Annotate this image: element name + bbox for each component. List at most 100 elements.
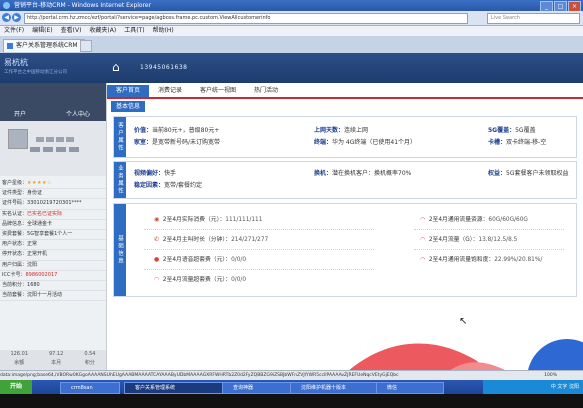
taskbar-item[interactable]: 微信 <box>376 382 444 394</box>
customer-attrs-panel: 客户属性 价值：当前80元+，普级80元+ 上网天数：连续上网 5G覆盖：5G覆… <box>113 116 577 158</box>
customer-info-row: 当前套餐：沈阳十一月活动 <box>0 291 106 302</box>
window-titlebar: 营销平台-移动CRM - Windows Internet Explorer _… <box>0 0 583 12</box>
info-label: 客户星级： <box>2 180 28 186</box>
stat-item: ◉ 2至4月实际消费（元）：111/111/111 <box>154 216 263 223</box>
info-label: ICC卡号： <box>2 271 26 278</box>
stat-item: ◠ 2至4月流量（G）：13.8/12.5/8.5 <box>420 236 518 243</box>
main-tabs: 客户首页 消费记录 客户统一视图 热门活动 <box>107 85 287 97</box>
tag-chips <box>36 137 74 142</box>
start-button[interactable]: 开始 <box>0 380 32 394</box>
kv-value: 5G套餐客户未领取权益 <box>506 170 569 177</box>
kv-value: 宽带/套餐约定 <box>164 182 203 189</box>
menu-edit[interactable]: 编辑(E) <box>32 26 52 36</box>
customer-info-list: 客户星级：★★★★☆ 证件类型：身份证 证件号码：33010219720301***… <box>0 179 106 302</box>
taskbar-item[interactable]: 沈阳维护机器十版本 <box>290 382 380 394</box>
new-tab-button[interactable] <box>80 40 92 52</box>
menu-bar: 文件(F) 编辑(E) 查看(V) 收藏夹(A) 工具(T) 帮助(H) <box>0 26 583 36</box>
kv-key: 终端： <box>314 139 333 146</box>
app-sublogo: 工作平台之中国移动浙江分公司 <box>4 70 67 75</box>
kv-key: 家室： <box>134 139 153 146</box>
kv-key: 价值： <box>134 127 153 134</box>
business-attrs-panel: 业务属性 视频偏好：快手 换机：潜在换机客户：换机概率70% 权益：5G套餐客户… <box>113 161 577 199</box>
tag-chips-2 <box>30 147 79 152</box>
basic-info-label: 基础信息 <box>114 204 126 296</box>
taskbar-item[interactable]: 查询神器 <box>222 382 294 394</box>
stat-item: ◠ 2至4月通用流量饱和度：22.99%/20.81%/ <box>420 256 543 263</box>
browser-tab-label: 客户关系管理系统CRM <box>16 42 78 49</box>
stat-item: ● 2至4月语音超套费（元）：0/0/0 <box>154 256 247 263</box>
kv-value: 连续上网 <box>344 127 369 134</box>
menu-favorites[interactable]: 收藏夹(A) <box>89 26 116 36</box>
customer-sidebar: 开户 个人中心 客户星级：★★★★☆ 证件类型：身份证 证件号码：330102197… <box>0 83 107 370</box>
info-label: 证件类型： <box>2 190 28 197</box>
info-value: 正常 <box>27 241 38 248</box>
kv-value: 华为 4G终端（已使用41个月） <box>332 139 417 146</box>
customer-info-row: 品牌信息：全球通金卡 <box>0 220 106 230</box>
info-value: 已实名已证实际 <box>27 210 63 217</box>
tab-customer-home[interactable]: 客户首页 <box>107 85 150 97</box>
footer-stat: 126.01 余额 <box>10 351 29 366</box>
tab-unified-view[interactable]: 客户统一视图 <box>191 85 245 97</box>
browser-tab-bar: 客户关系管理系统CRM <box>0 36 583 54</box>
status-bar: data:image/png;base64,iVBORw0KGgoAAAANSU… <box>0 370 583 380</box>
customer-info-row: 用户状态：正常 <box>0 240 106 251</box>
wifi-icon: ◠ <box>420 216 426 223</box>
kv-value: 是宽带新号码/未订购宽带 <box>152 139 221 146</box>
taskbar-item[interactable]: 客户关系管理系统 <box>124 382 226 394</box>
sidebar-header: 开户 个人中心 <box>0 83 106 121</box>
footer-stat: 97.12 本月 <box>49 351 64 366</box>
sidebar-tab-personal[interactable]: 个人中心 <box>66 109 90 118</box>
voice-icon: ● <box>154 256 160 263</box>
data-icon: ◠ <box>154 276 160 283</box>
taskbar-item[interactable]: crm8san <box>60 382 120 394</box>
info-label: 品牌信息： <box>2 220 28 227</box>
forward-icon[interactable]: ▶ <box>12 13 21 22</box>
menu-file[interactable]: 文件(F) <box>4 26 24 36</box>
info-value: 1680 <box>27 281 40 288</box>
tab-underline <box>107 97 583 99</box>
address-bar: ◀ ▶ http://portal.crm.hz.zmcc/ezf/portal… <box>0 11 583 26</box>
basic-info-panel: 基础信息 ◉ 2至4月实际消费（元）：111/111/111 ✆ 2至4月主叫时… <box>113 203 577 297</box>
customer-info-row: 停开状态：正常开机 <box>0 250 106 261</box>
info-label: 当前积分： <box>2 281 28 288</box>
kv-value: 5G覆盖 <box>515 127 536 134</box>
info-value: 5G智享套餐1个人一 <box>27 230 73 237</box>
customer-attrs-label: 客户属性 <box>114 117 126 157</box>
monitor-bezel <box>0 394 583 408</box>
kv-value: 快手 <box>164 170 177 177</box>
customer-info-row: 当前积分：1680 <box>0 281 106 292</box>
info-value: 正常开机 <box>27 251 48 258</box>
tab-hot-activities[interactable]: 热门活动 <box>245 85 287 97</box>
back-icon[interactable]: ◀ <box>2 13 11 22</box>
info-label: 用户归属： <box>2 261 28 268</box>
app-logo: 易杭杭 <box>4 58 28 67</box>
kv-key: 卡槽： <box>488 139 507 146</box>
customer-info-row: 实名认证：已实名已证实际 <box>0 210 106 220</box>
screen: 营销平台-移动CRM - Windows Internet Explorer _… <box>0 0 583 408</box>
browser-tab[interactable]: 客户关系管理系统CRM <box>3 39 85 52</box>
menu-help[interactable]: 帮助(H) <box>153 26 174 36</box>
sidebar-footer: 126.01 余额 97.12 本月 0.54 积分 <box>0 350 106 370</box>
home-icon[interactable]: ⌂ <box>112 60 126 74</box>
stat-item: ◠ 2至4月通用流量资源：60G/60G/60G <box>420 216 528 223</box>
menu-view[interactable]: 查看(V) <box>61 26 82 36</box>
customer-info-row: 证件号码：33010219720301**** <box>0 199 106 210</box>
kv-value: 当前80元+，普级80元+ <box>152 127 220 134</box>
url-input[interactable]: http://portal.crm.hz.zmcc/ezf/portal/?se… <box>24 13 468 24</box>
zoom-level[interactable]: 100% <box>544 371 557 380</box>
sidebar-tab-open[interactable]: 开户 <box>14 109 26 118</box>
tab-consumption[interactable]: 消费记录 <box>149 85 191 97</box>
kv-key: 稳定因素： <box>134 182 165 189</box>
info-value: 沈阳十一月活动 <box>27 292 63 299</box>
menu-tools[interactable]: 工具(T) <box>124 26 144 36</box>
customer-phone: 13945061638 <box>140 64 188 71</box>
stat-item: ◠ 2至4月流量超套费（元）：0/0/0 <box>154 276 247 283</box>
info-value: ★★★★☆ <box>27 180 52 186</box>
ie-icon <box>3 2 10 9</box>
kv-value: 潜在换机客户：换机概率70% <box>332 170 412 177</box>
phone-icon: ✆ <box>154 236 160 243</box>
status-text: data:image/png;base64,iVBORw0KGgoAAAANSU… <box>0 373 399 378</box>
customer-info-row: 用户归属：沈阳 <box>0 261 106 271</box>
info-value: 全球通金卡 <box>27 220 53 227</box>
search-input[interactable]: Live Search <box>487 13 580 24</box>
